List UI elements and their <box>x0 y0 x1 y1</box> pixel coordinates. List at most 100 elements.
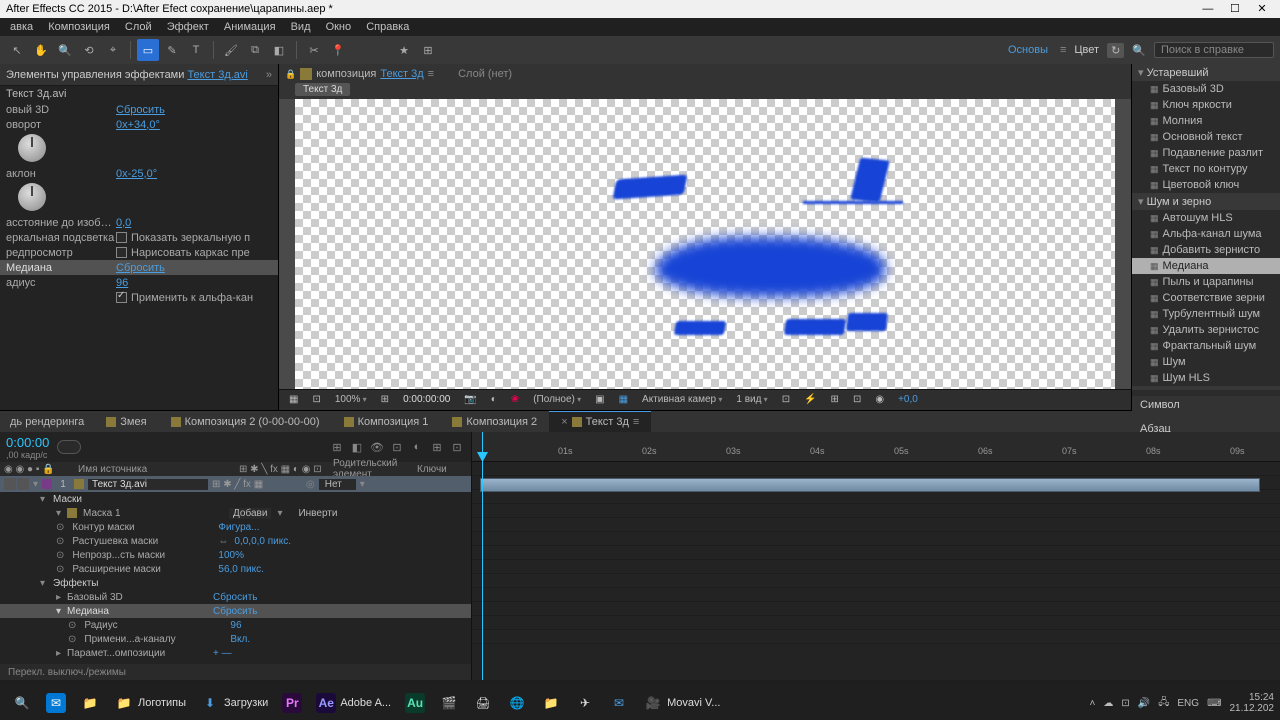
effect-preset-item[interactable]: Текст по контуру <box>1132 161 1280 177</box>
taskbar-mail[interactable]: ✉ <box>40 689 72 717</box>
brush-tool-icon[interactable]: 🖌 <box>220 39 242 61</box>
effect-preset-item[interactable]: Удалить зернистос <box>1132 322 1280 338</box>
character-panel[interactable]: Символ <box>1132 396 1280 414</box>
frame-blend-icon[interactable]: ⊡ <box>389 439 405 455</box>
tray-language[interactable]: ENG <box>1177 698 1199 709</box>
timecode[interactable]: 0:00:00:00 <box>399 394 454 405</box>
timeline-tab[interactable]: Композиция 2 <box>440 411 549 432</box>
effect-median[interactable]: Медиана <box>6 262 116 274</box>
menu-item[interactable]: Слой <box>119 21 158 33</box>
mask-opacity-value[interactable]: 100% <box>218 550 244 561</box>
effect-preset-item[interactable]: Добавить зернисто <box>1132 242 1280 258</box>
canvas[interactable] <box>295 99 1115 389</box>
time-ruler[interactable]: 01s 02s 03s 04s 05s 06s 07s 08s 09s <box>472 432 1280 462</box>
timeline-tracks[interactable] <box>472 462 1280 680</box>
star-icon[interactable]: ★ <box>393 39 415 61</box>
effect-preset-item[interactable]: Молния <box>1132 113 1280 129</box>
mask-invert[interactable]: Инверти <box>298 508 337 519</box>
taskbar-chrome[interactable]: 🌐 <box>501 689 533 717</box>
camera-dropdown[interactable]: Активная камер <box>638 394 726 405</box>
category-expression[interactable]: Элементы управления выра <box>1132 386 1280 390</box>
workspace-color[interactable]: Цвет <box>1074 44 1099 56</box>
menu-item[interactable]: Анимация <box>218 21 282 33</box>
zoom-tool-icon[interactable]: 🔍 <box>54 39 76 61</box>
specular-checkbox[interactable] <box>116 232 127 243</box>
effect-preset-item[interactable]: Шум <box>1132 354 1280 370</box>
menu-item[interactable]: Композиция <box>42 21 116 33</box>
panel-chevron-icon[interactable]: » <box>266 69 272 81</box>
selection-tool-icon[interactable]: ↖ <box>6 39 28 61</box>
menu-item[interactable]: Эффект <box>161 21 215 33</box>
tray-volume-icon[interactable]: 🔊 <box>1138 698 1150 709</box>
fast-preview-icon[interactable]: ⚡ <box>800 394 820 405</box>
current-time[interactable]: 0:00:00 <box>6 435 49 450</box>
viewport[interactable] <box>279 99 1131 389</box>
panel-tab-label[interactable]: Элементы управления эффектами <box>6 69 184 81</box>
prop-radius-value[interactable]: 96 <box>116 277 128 289</box>
transform-group[interactable]: Парамет...омпозиции <box>67 648 207 659</box>
menu-item[interactable]: Справка <box>360 21 415 33</box>
effect-preset-item[interactable]: Ключ яркости <box>1132 97 1280 113</box>
taskbar-app[interactable]: 🖨 <box>467 689 499 717</box>
reset-exposure-icon[interactable]: ◉ <box>871 394 888 405</box>
effect-preset-item[interactable]: Пыль и царапины <box>1132 274 1280 290</box>
motion-blur-icon[interactable]: ◐ <box>409 439 425 455</box>
prop-apply-alpha-value[interactable]: Вкл. <box>230 634 250 645</box>
timeline-search[interactable] <box>57 440 81 454</box>
puppet-tool-icon[interactable]: 📍 <box>327 39 349 61</box>
taskbar-aftereffects[interactable]: AeAdobe A... <box>310 689 397 717</box>
playhead[interactable] <box>482 432 483 680</box>
text-tool-icon[interactable]: T <box>185 39 207 61</box>
tray-cloud-icon[interactable]: ☁ <box>1103 698 1113 709</box>
panel-tab-link[interactable]: Текст 3д.avi <box>187 69 247 81</box>
snapshot-icon[interactable]: 📷 <box>460 394 480 405</box>
brainstorm-icon[interactable]: ⊡ <box>449 439 465 455</box>
effects-group[interactable]: Эффекты <box>0 576 471 590</box>
always-preview-icon[interactable]: ▦ <box>285 394 302 405</box>
effect-preset-item[interactable]: Шум HLS <box>1132 370 1280 386</box>
alpha-checkbox[interactable] <box>116 292 127 303</box>
hide-shy-icon[interactable]: 👁 <box>369 439 385 455</box>
rotate-tool-icon[interactable]: ⟲ <box>78 39 100 61</box>
taskbar-downloads[interactable]: ⬇Загрузки <box>194 689 274 717</box>
layer-name[interactable]: Текст 3д.avi <box>88 479 208 490</box>
menu-item[interactable]: авка <box>4 21 39 33</box>
category-obsolete[interactable]: Устаревший <box>1132 64 1280 81</box>
workspace-basics[interactable]: Основы <box>1008 44 1048 56</box>
flowchart-icon[interactable]: ⊡ <box>849 394 865 405</box>
help-search-input[interactable]: Поиск в справке <box>1154 42 1274 58</box>
effect-reset[interactable]: Сбросить <box>116 104 165 116</box>
effect-reset[interactable]: Сбросить <box>116 262 165 274</box>
views-dropdown[interactable]: 1 вид <box>732 394 771 405</box>
effect-name[interactable]: овый 3D <box>6 104 116 116</box>
category-noise[interactable]: Шум и зерно <box>1132 193 1280 210</box>
mask-path-value[interactable]: Фигура... <box>218 522 259 533</box>
masks-group[interactable]: Маски <box>0 492 471 506</box>
minimize-button[interactable]: — <box>1196 0 1220 18</box>
exposure-value[interactable]: +0,0 <box>894 394 922 405</box>
tilt-dial[interactable] <box>18 183 46 211</box>
effect-basic3d[interactable]: Базовый 3D <box>67 592 207 603</box>
breadcrumb-chip[interactable]: Текст 3д <box>295 83 350 96</box>
effect-preset-item[interactable]: Подавление разлит <box>1132 145 1280 161</box>
effect-preset-item-selected[interactable]: Медиана <box>1132 258 1280 274</box>
taskbar-app[interactable]: 🎬 <box>433 689 465 717</box>
maximize-button[interactable]: ☐ <box>1223 0 1247 18</box>
prop-rotation-value[interactable]: 0x+34,0° <box>116 119 160 131</box>
start-button[interactable]: 🔍 <box>6 689 38 717</box>
layer-duration-bar[interactable] <box>480 478 1260 492</box>
workspace-menu-icon[interactable]: ≡ <box>1060 44 1066 56</box>
layer-tab[interactable]: Слой (нет) <box>458 68 512 80</box>
transparency-icon[interactable]: ▦ <box>615 394 632 405</box>
effect-preset-item[interactable]: Турбулентный шум <box>1132 306 1280 322</box>
comp-mini-flowchart-icon[interactable]: ⊞ <box>329 439 345 455</box>
channels-icon[interactable]: ◐ <box>487 394 501 405</box>
roto-tool-icon[interactable]: ✂ <box>303 39 325 61</box>
timeline-tab-active[interactable]: ×Текст 3д≡ <box>549 411 651 432</box>
close-button[interactable]: ✕ <box>1250 0 1274 18</box>
effect-preset-item[interactable]: Фрактальный шум <box>1132 338 1280 354</box>
resolution-dropdown[interactable]: (Полное) <box>529 394 585 405</box>
timeline-tab[interactable]: Композиция 2 (0-00-00-00) <box>159 411 332 432</box>
effect-reset[interactable]: Сбросить <box>213 592 257 603</box>
prop-tilt-value[interactable]: 0x-25,0° <box>116 168 157 180</box>
